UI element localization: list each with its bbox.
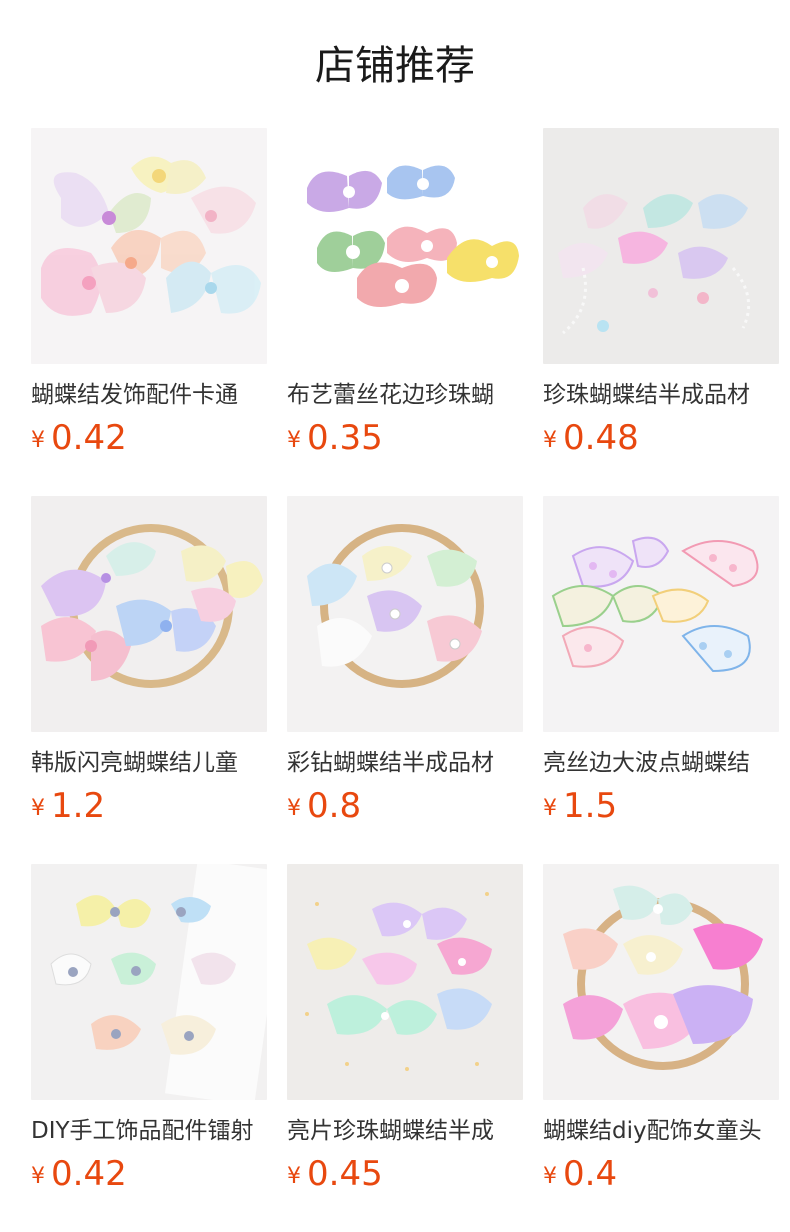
sparkle-bows-image	[31, 496, 267, 732]
product-price: ¥0.48	[543, 418, 639, 458]
price-amount: 0.45	[307, 1154, 383, 1194]
plaid-bows-image	[287, 128, 523, 364]
product-card[interactable]: 珍珠蝴蝶结半成品材 ¥0.48	[543, 128, 779, 458]
product-card[interactable]: 亮丝边大波点蝴蝶结 ¥1.5	[543, 496, 779, 826]
price-amount: 0.4	[563, 1154, 618, 1194]
page-title: 店铺推荐	[315, 43, 475, 89]
currency-symbol: ¥	[31, 1164, 45, 1189]
currency-symbol: ¥	[287, 1164, 301, 1189]
product-name: 蝴蝶结diy配饰女童头	[543, 1118, 762, 1144]
product-name: 亮片珍珠蝴蝶结半成	[287, 1118, 494, 1144]
product-name: 韩版闪亮蝴蝶结儿童	[31, 750, 238, 776]
product-card[interactable]: 布艺蕾丝花边珍珠蝴 ¥0.35	[287, 128, 523, 458]
lace-bows-image	[543, 128, 779, 364]
product-price: ¥0.35	[287, 418, 383, 458]
currency-symbol: ¥	[31, 428, 45, 453]
product-card[interactable]: 韩版闪亮蝴蝶结儿童 ¥1.2	[31, 496, 267, 826]
currency-symbol: ¥	[543, 1164, 557, 1189]
price-amount: 0.35	[307, 418, 383, 458]
product-card[interactable]: 蝴蝶结发饰配件卡通 ¥0.42	[31, 128, 267, 458]
currency-symbol: ¥	[31, 796, 45, 821]
currency-symbol: ¥	[543, 428, 557, 453]
product-image[interactable]	[543, 128, 779, 364]
price-amount: 0.8	[307, 786, 362, 826]
product-name: DIY手工饰品配件镭射	[31, 1118, 254, 1144]
product-price: ¥0.42	[31, 1154, 127, 1194]
product-name: 珍珠蝴蝶结半成品材	[543, 382, 750, 408]
product-name: 亮丝边大波点蝴蝶结	[543, 750, 750, 776]
currency-symbol: ¥	[287, 796, 301, 821]
product-image[interactable]	[31, 128, 267, 364]
product-image[interactable]	[287, 864, 523, 1100]
product-name: 布艺蕾丝花边珍珠蝴	[287, 382, 494, 408]
price-amount: 0.42	[51, 418, 127, 458]
polka-dot-bows-image	[543, 496, 779, 732]
bow-cluster-image	[31, 128, 267, 364]
price-amount: 0.48	[563, 418, 639, 458]
product-card[interactable]: 亮片珍珠蝴蝶结半成 ¥0.45	[287, 864, 523, 1194]
product-price: ¥0.42	[31, 418, 127, 458]
product-price: ¥1.2	[31, 786, 105, 826]
product-card[interactable]: 彩钻蝴蝶结半成品材 ¥0.8	[287, 496, 523, 826]
product-name: 彩钻蝴蝶结半成品材	[287, 750, 494, 776]
product-image[interactable]	[543, 864, 779, 1100]
currency-symbol: ¥	[287, 428, 301, 453]
currency-symbol: ¥	[543, 796, 557, 821]
product-image[interactable]	[287, 496, 523, 732]
product-price: ¥0.8	[287, 786, 361, 826]
product-price: ¥1.5	[543, 786, 617, 826]
product-name: 蝴蝶结发饰配件卡通	[31, 382, 238, 408]
product-price: ¥0.45	[287, 1154, 383, 1194]
product-image[interactable]	[31, 864, 267, 1100]
diy-bows-image	[31, 864, 267, 1100]
product-image[interactable]	[287, 128, 523, 364]
product-card[interactable]: DIY手工饰品配件镭射 ¥0.42	[31, 864, 267, 1194]
price-amount: 1.2	[51, 786, 106, 826]
price-amount: 0.42	[51, 1154, 127, 1194]
rhinestone-bows-image	[287, 496, 523, 732]
price-amount: 1.5	[563, 786, 618, 826]
sequin-bows-image	[287, 864, 523, 1100]
product-card[interactable]: 蝴蝶结diy配饰女童头 ¥0.4	[543, 864, 779, 1194]
product-image[interactable]	[543, 496, 779, 732]
product-image[interactable]	[31, 496, 267, 732]
product-price: ¥0.4	[543, 1154, 617, 1194]
ruffle-bows-image	[543, 864, 779, 1100]
